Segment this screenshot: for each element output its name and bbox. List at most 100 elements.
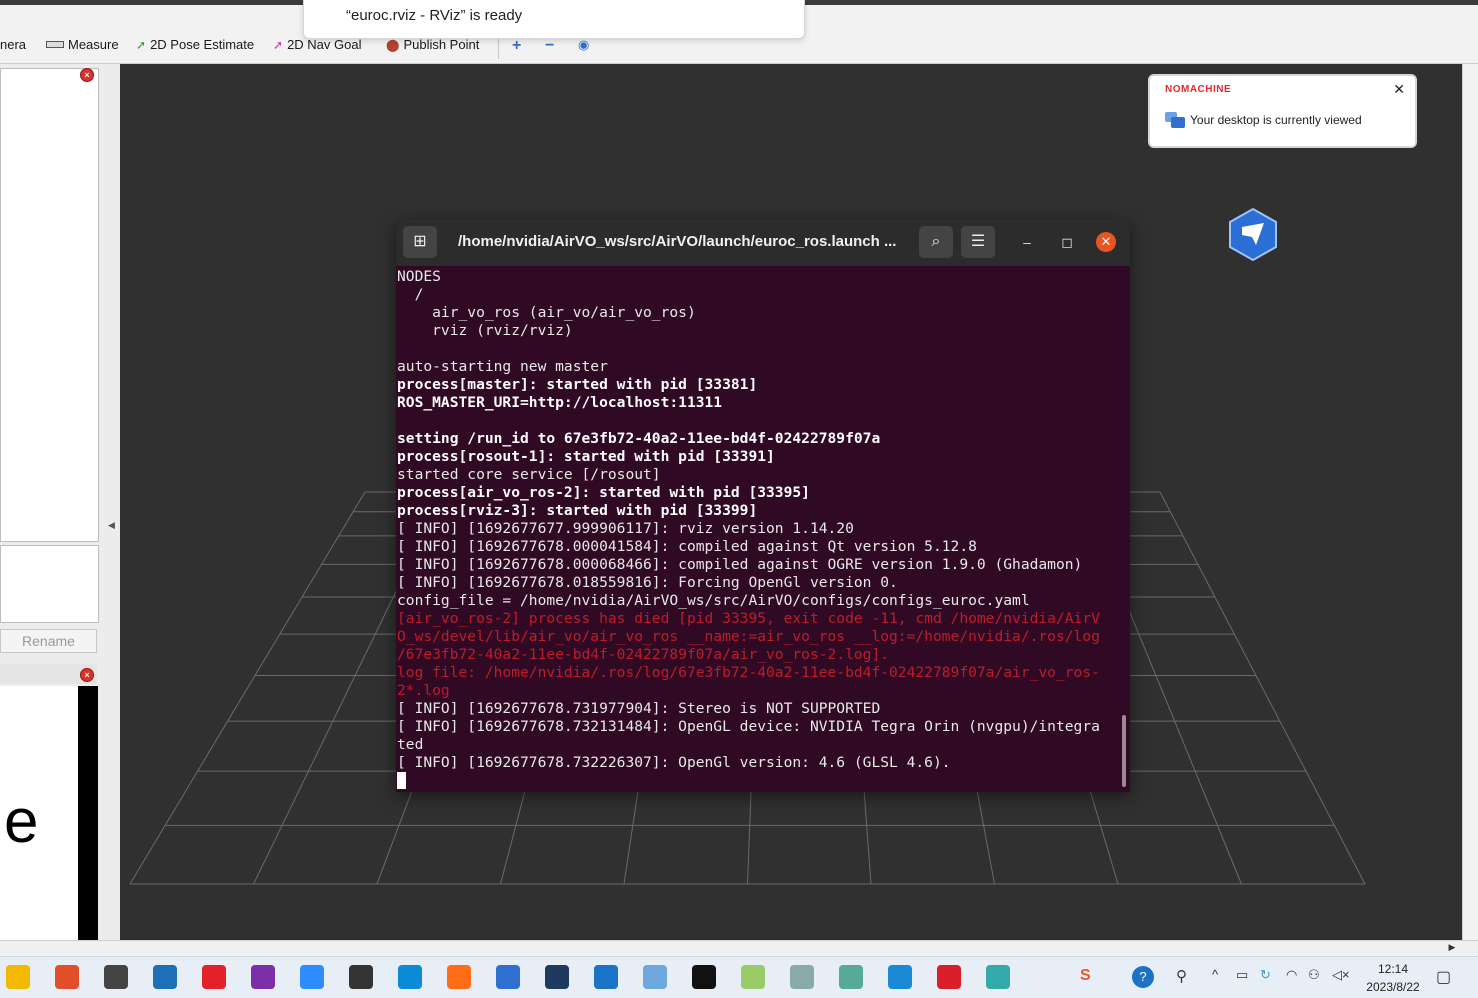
- edge-icon[interactable]: [398, 965, 422, 989]
- tool-measure-label: Measure: [68, 37, 119, 52]
- right-scrollbar[interactable]: [1462, 64, 1478, 940]
- tool-nav-goal-label: 2D Nav Goal: [287, 37, 362, 52]
- terminal-line: [ INFO] [1692677678.000068466]: compiled…: [397, 556, 1083, 573]
- chevron-up-icon[interactable]: ^: [1212, 967, 1218, 982]
- terminal-output[interactable]: NODES / air_vo_ros (air_vo/air_vo_ros) r…: [397, 268, 1119, 772]
- terminal-icon[interactable]: [692, 965, 716, 989]
- terminal-window[interactable]: ⊞ /home/nvidia/AirVO_ws/src/AirVO/launch…: [396, 220, 1130, 792]
- mail-icon[interactable]: [104, 965, 128, 989]
- minimize-icon[interactable]: –: [1016, 231, 1038, 253]
- people-icon[interactable]: ⚲: [1176, 967, 1187, 985]
- tool-camera-label: nera: [0, 37, 27, 52]
- powershell-icon[interactable]: [545, 965, 569, 989]
- terminal-line: [ INFO] [1692677678.000041584]: compiled…: [397, 538, 977, 555]
- tool-publish-label: Publish Point: [403, 37, 480, 52]
- displays-panel: [0, 68, 99, 542]
- onenote-icon[interactable]: [251, 965, 275, 989]
- send-app-icon[interactable]: [888, 965, 912, 989]
- network-icon[interactable]: ⚇: [1308, 967, 1320, 983]
- color-app-icon[interactable]: [741, 965, 765, 989]
- terminal-line: /67e3fb72-40a2-11ee-bd4f-02422789f07a/ai…: [397, 646, 890, 663]
- image-panel: e: [0, 686, 78, 940]
- ready-notification: “euroc.rviz - RViz” is ready: [303, 0, 805, 39]
- tool-2d-nav-goal[interactable]: ➚ 2D Nav Goal: [273, 37, 361, 52]
- tool-pose-label: 2D Pose Estimate: [150, 37, 255, 52]
- terminal-line: [ INFO] [1692677677.999906117]: rviz ver…: [397, 520, 854, 537]
- terminal-line: auto-starting new master: [397, 358, 608, 375]
- network-tool-icon[interactable]: [839, 965, 863, 989]
- terminal-line: process[rviz-3]: started with pid [33399…: [397, 502, 758, 519]
- chat-icon: [1165, 112, 1185, 128]
- terminal-line: 2*.log: [397, 682, 450, 699]
- collapse-left-icon[interactable]: ◀: [108, 520, 115, 531]
- network-app-icon[interactable]: [643, 965, 667, 989]
- search-icon[interactable]: ⌕: [919, 226, 953, 258]
- tool-publish-point[interactable]: ⬤ Publish Point: [386, 37, 479, 52]
- image-viewer-icon[interactable]: [790, 965, 814, 989]
- windows-taskbar: S ? ⚲ ^ ▭ ↻ ◠ ⚇ ◁× 12:14 2023/8/22 ▢: [0, 956, 1478, 998]
- notification-text: “euroc.rviz - RViz” is ready: [346, 7, 523, 24]
- terminal-line: rviz (rviz/rviz): [397, 322, 573, 339]
- add-tool-icon[interactable]: +: [512, 37, 521, 55]
- terminal-scrollbar[interactable]: [1122, 715, 1126, 787]
- terminal-line: process[air_vo_ros-2]: started with pid …: [397, 484, 810, 501]
- eye-icon[interactable]: ◉: [578, 37, 589, 53]
- terminal-line: NODES: [397, 268, 441, 285]
- terminal-line: [ INFO] [1692677678.732131484]: OpenGL d…: [397, 718, 1100, 735]
- wifi-icon[interactable]: ◠: [1286, 967, 1297, 983]
- terminal-line: log file: /home/nvidia/.ros/log/67e3fb72…: [397, 664, 1100, 681]
- battery-icon[interactable]: ▭: [1236, 967, 1248, 983]
- feishu-icon[interactable]: [496, 965, 520, 989]
- bottom-scrollbar[interactable]: ▶: [0, 940, 1478, 957]
- app-red-icon[interactable]: [55, 965, 79, 989]
- phone-link-icon[interactable]: [594, 965, 618, 989]
- nomachine-popup: NOMACHINE ✕ Your desktop is currently vi…: [1148, 74, 1417, 148]
- close-icon[interactable]: ×: [80, 68, 94, 82]
- terminal-cursor: [397, 772, 406, 789]
- terminal-line: [ INFO] [1692677678.018559816]: Forcing …: [397, 574, 898, 591]
- store-icon[interactable]: [153, 965, 177, 989]
- speaker-icon[interactable]: ◁×: [1332, 967, 1350, 983]
- youdao-icon[interactable]: [202, 965, 226, 989]
- terminal-line: started core service [/rosout]: [397, 466, 661, 483]
- image-panel-letter: e: [4, 787, 39, 856]
- rename-button[interactable]: Rename: [0, 629, 97, 653]
- new-tab-icon[interactable]: ⊞: [403, 226, 437, 258]
- notification-center-icon[interactable]: ▢: [1436, 967, 1451, 987]
- tool-measure[interactable]: Measure: [46, 37, 119, 52]
- terminal-line: setting /run_id to 67e3fb72-40a2-11ee-bd…: [397, 430, 881, 447]
- tool-camera[interactable]: nera: [0, 37, 26, 52]
- zoom-icon[interactable]: [300, 965, 324, 989]
- bird-app-icon[interactable]: [1228, 207, 1278, 262]
- hamburger-menu-icon[interactable]: ☰: [961, 226, 995, 258]
- green-arrow-icon: ➚: [136, 37, 147, 52]
- ruler-icon: [46, 41, 64, 48]
- terminal-line: process[master]: started with pid [33381…: [397, 376, 758, 393]
- imtoken-icon[interactable]: [937, 965, 961, 989]
- terminal-line: ROS_MASTER_URI=http://localhost:11311: [397, 394, 723, 411]
- terminal-title: /home/nvidia/AirVO_ws/src/AirVO/launch/e…: [458, 233, 897, 250]
- close-icon[interactable]: ✕: [1393, 81, 1405, 98]
- close-icon[interactable]: ×: [80, 668, 94, 682]
- firefox-icon[interactable]: [447, 965, 471, 989]
- remove-tool-icon[interactable]: −: [545, 37, 554, 55]
- clock-time: 12:14: [1377, 962, 1409, 976]
- nomachine-message: Your desktop is currently viewed: [1190, 113, 1362, 127]
- camera-icon[interactable]: [349, 965, 373, 989]
- tool-2d-pose-estimate[interactable]: ➚ 2D Pose Estimate: [136, 37, 254, 52]
- taskbar-clock[interactable]: 12:14 2023/8/22: [1358, 960, 1428, 996]
- terminal-line: [ INFO] [1692677678.731977904]: Stereo i…: [397, 700, 881, 717]
- help-icon[interactable]: ?: [1132, 966, 1154, 988]
- file-explorer-icon[interactable]: [6, 965, 30, 989]
- maximize-icon[interactable]: ◻: [1056, 231, 1078, 253]
- input-method-icon[interactable]: S: [1080, 967, 1091, 985]
- rviz-app-icon[interactable]: [986, 965, 1010, 989]
- scroll-right-icon[interactable]: ▶: [1445, 942, 1459, 956]
- close-icon[interactable]: ✕: [1096, 232, 1116, 252]
- properties-panel: [0, 545, 99, 623]
- terminal-line: [ INFO] [1692677678.732226307]: OpenGl v…: [397, 754, 951, 771]
- terminal-line: O_ws/devel/lib/air_vo/air_vo_ros __name:…: [397, 628, 1100, 645]
- terminal-line: [air_vo_ros-2] process has died [pid 333…: [397, 610, 1100, 627]
- sync-icon[interactable]: ↻: [1260, 967, 1271, 983]
